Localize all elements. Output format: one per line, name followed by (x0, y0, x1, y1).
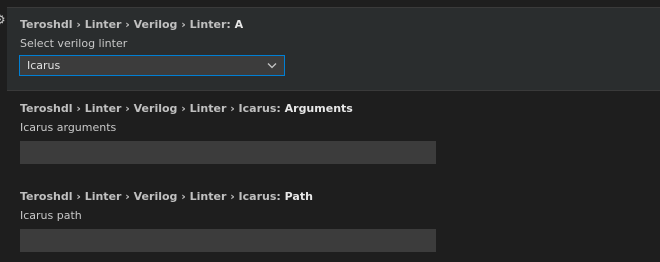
setting-description: Icarus path (20, 209, 82, 222)
icarus-arguments-input[interactable] (20, 141, 436, 164)
setting-title: Teroshdl › Linter › Verilog › Linter: A (20, 18, 660, 32)
setting-key: Arguments (284, 102, 353, 115)
setting-icarus-path: Teroshdl › Linter › Verilog › Linter › I… (7, 184, 660, 262)
setting-title: Teroshdl › Linter › Verilog › Linter › I… (20, 190, 660, 204)
icarus-path-input[interactable] (20, 229, 436, 252)
setting-title: Teroshdl › Linter › Verilog › Linter › I… (20, 102, 660, 116)
setting-icarus-arguments: Teroshdl › Linter › Verilog › Linter › I… (7, 96, 660, 176)
setting-description: Icarus arguments (20, 121, 117, 134)
linter-select-value: Icarus (27, 59, 61, 72)
setting-category: Teroshdl › Linter › Verilog › Linter › I… (20, 190, 285, 203)
setting-key: A (234, 18, 244, 31)
setting-linter-a: Teroshdl › Linter › Verilog › Linter: A … (7, 7, 660, 91)
chevron-down-icon[interactable] (267, 56, 277, 75)
setting-category: Teroshdl › Linter › Verilog › Linter: (20, 18, 235, 31)
setting-description: Select verilog linter (20, 37, 128, 50)
settings-editor: ⚙ Teroshdl › Linter › Verilog › Linter: … (0, 0, 660, 262)
setting-key: Path (284, 190, 313, 203)
setting-category: Teroshdl › Linter › Verilog › Linter › I… (20, 102, 285, 115)
linter-select[interactable]: Icarus (19, 55, 285, 76)
